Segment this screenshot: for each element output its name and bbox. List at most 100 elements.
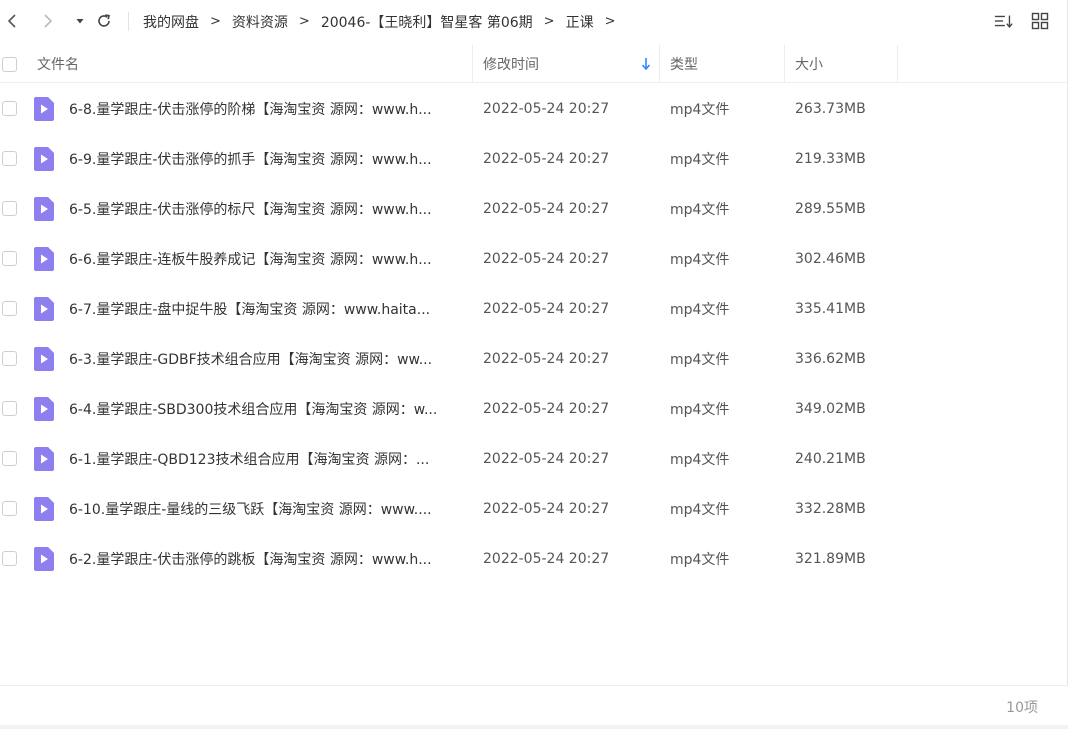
- sort-arrow-down-icon: [641, 58, 651, 71]
- file-list-header: 文件名 修改时间 类型 大小: [0, 45, 1068, 83]
- file-name: 6-8.量学跟庄-伏击涨停的阶梯【海淘宝资 源网：www.h...: [69, 102, 432, 118]
- video-file-icon: [34, 347, 54, 371]
- select-all-checkbox[interactable]: [2, 56, 17, 72]
- column-header-type[interactable]: 类型: [660, 45, 784, 83]
- toolbar-divider: [128, 12, 129, 31]
- file-type: mp4文件: [670, 352, 730, 368]
- file-name: 6-9.量学跟庄-伏击涨停的抓手【海淘宝资 源网：www.h...: [69, 152, 432, 168]
- row-checkbox[interactable]: [2, 351, 17, 366]
- toolbar: 我的网盘 > 资料资源 > 20046-【王晓利】智星客 第06期 > 正课 >: [0, 0, 1068, 43]
- breadcrumb-separator: >: [210, 14, 221, 29]
- file-modified-time: 2022-05-24 20:27: [483, 551, 610, 567]
- file-manager-window: 我的网盘 > 资料资源 > 20046-【王晓利】智星客 第06期 > 正课 >: [0, 0, 1068, 729]
- row-checkbox[interactable]: [2, 101, 17, 116]
- column-divider[interactable]: [897, 45, 898, 83]
- column-header-time[interactable]: 修改时间: [473, 45, 659, 83]
- breadcrumb-separator: >: [298, 14, 310, 29]
- file-modified-time: 2022-05-24 20:27: [483, 201, 610, 217]
- video-file-icon: [34, 547, 54, 571]
- breadcrumb-item[interactable]: 20046-【王晓利】智星客 第06期: [321, 12, 533, 32]
- breadcrumb-separator: >: [604, 14, 616, 29]
- file-size: 240.21MB: [795, 451, 866, 467]
- file-type: mp4文件: [670, 452, 730, 468]
- table-row[interactable]: 6-3.量学跟庄-GDBF技术组合应用【海淘宝资 源网：ww... 2022-0…: [0, 334, 1068, 384]
- table-row[interactable]: 6-9.量学跟庄-伏击涨停的抓手【海淘宝资 源网：www.h... 2022-0…: [0, 134, 1068, 184]
- file-modified-time: 2022-05-24 20:27: [483, 301, 610, 317]
- column-header-type-label: 类型: [670, 57, 698, 73]
- row-checkbox[interactable]: [2, 251, 17, 266]
- breadcrumb-separator: >: [543, 14, 555, 29]
- back-button[interactable]: [2, 11, 22, 31]
- grid-view-button[interactable]: [1030, 11, 1050, 31]
- file-modified-time: 2022-05-24 20:27: [483, 501, 610, 517]
- table-row[interactable]: 6-4.量学跟庄-SBD300技术组合应用【海淘宝资 源网：w... 2022-…: [0, 384, 1068, 434]
- file-name: 6-3.量学跟庄-GDBF技术组合应用【海淘宝资 源网：ww...: [69, 352, 433, 368]
- select-all-cell: [2, 45, 17, 83]
- history-dropdown-button[interactable]: [70, 11, 90, 31]
- video-file-icon: [34, 297, 54, 321]
- status-bar: 10项: [0, 685, 1068, 725]
- breadcrumb-item[interactable]: 我的网盘: [143, 12, 199, 32]
- chevron-left-icon: [7, 14, 16, 28]
- file-size: 336.62MB: [795, 351, 866, 367]
- sort-order-button[interactable]: [994, 11, 1014, 31]
- file-name: 6-2.量学跟庄-伏击涨停的跳板【海淘宝资 源网：www.h...: [69, 552, 432, 568]
- file-size: 335.41MB: [795, 301, 866, 317]
- forward-button[interactable]: [38, 11, 58, 31]
- column-header-size-label: 大小: [795, 57, 823, 73]
- video-file-icon: [34, 147, 54, 171]
- file-size: 332.28MB: [795, 501, 866, 517]
- file-modified-time: 2022-05-24 20:27: [483, 451, 610, 467]
- file-type: mp4文件: [670, 502, 730, 518]
- file-list: 6-8.量学跟庄-伏击涨停的阶梯【海淘宝资 源网：www.h... 2022-0…: [0, 84, 1068, 584]
- file-name: 6-1.量学跟庄-QBD123技术组合应用【海淘宝资 源网：...: [69, 452, 430, 468]
- caret-down-icon: [76, 19, 84, 24]
- file-type: mp4文件: [670, 402, 730, 418]
- file-modified-time: 2022-05-24 20:27: [483, 351, 610, 367]
- item-count: 10项: [1006, 700, 1038, 716]
- bottom-edge: [0, 725, 1068, 729]
- file-modified-time: 2022-05-24 20:27: [483, 151, 610, 167]
- row-checkbox[interactable]: [2, 151, 17, 166]
- table-row[interactable]: 6-2.量学跟庄-伏击涨停的跳板【海淘宝资 源网：www.h... 2022-0…: [0, 534, 1068, 584]
- file-size: 321.89MB: [795, 551, 866, 567]
- row-checkbox[interactable]: [2, 201, 17, 216]
- file-type: mp4文件: [670, 302, 730, 318]
- file-modified-time: 2022-05-24 20:27: [483, 251, 610, 267]
- file-name: 6-4.量学跟庄-SBD300技术组合应用【海淘宝资 源网：w...: [69, 402, 438, 418]
- table-row[interactable]: 6-10.量学跟庄-量线的三级飞跃【海淘宝资 源网：www.... 2022-0…: [0, 484, 1068, 534]
- row-checkbox[interactable]: [2, 551, 17, 566]
- breadcrumb: 我的网盘 > 资料资源 > 20046-【王晓利】智星客 第06期 > 正课 >: [143, 0, 626, 43]
- file-modified-time: 2022-05-24 20:27: [483, 401, 610, 417]
- column-header-time-label: 修改时间: [483, 57, 539, 73]
- sort-list-icon: [994, 15, 1013, 28]
- column-header-name[interactable]: 文件名: [37, 45, 471, 83]
- table-row[interactable]: 6-7.量学跟庄-盘中捉牛股【海淘宝资 源网：www.haita... 2022…: [0, 284, 1068, 334]
- grid-view-icon: [1031, 12, 1049, 30]
- row-checkbox[interactable]: [2, 401, 17, 416]
- refresh-icon: [98, 14, 110, 27]
- file-name: 6-10.量学跟庄-量线的三级飞跃【海淘宝资 源网：www....: [69, 502, 432, 518]
- row-checkbox[interactable]: [2, 301, 17, 316]
- table-row[interactable]: 6-8.量学跟庄-伏击涨停的阶梯【海淘宝资 源网：www.h... 2022-0…: [0, 84, 1068, 134]
- video-file-icon: [34, 197, 54, 221]
- file-type: mp4文件: [670, 152, 730, 168]
- table-row[interactable]: 6-5.量学跟庄-伏击涨停的标尺【海淘宝资 源网：www.h... 2022-0…: [0, 184, 1068, 234]
- file-type: mp4文件: [670, 202, 730, 218]
- file-size: 302.46MB: [795, 251, 866, 267]
- file-size: 349.02MB: [795, 401, 866, 417]
- file-type: mp4文件: [670, 552, 730, 568]
- file-type: mp4文件: [670, 252, 730, 268]
- row-checkbox[interactable]: [2, 451, 17, 466]
- column-header-size[interactable]: 大小: [785, 45, 897, 83]
- file-size: 263.73MB: [795, 101, 866, 117]
- file-type: mp4文件: [670, 102, 730, 118]
- file-name: 6-5.量学跟庄-伏击涨停的标尺【海淘宝资 源网：www.h...: [69, 202, 432, 218]
- refresh-button[interactable]: [94, 11, 114, 31]
- file-size: 219.33MB: [795, 151, 866, 167]
- table-row[interactable]: 6-6.量学跟庄-连板牛股养成记【海淘宝资 源网：www.h... 2022-0…: [0, 234, 1068, 284]
- row-checkbox[interactable]: [2, 501, 17, 516]
- breadcrumb-item[interactable]: 资料资源: [232, 12, 288, 32]
- breadcrumb-item[interactable]: 正课: [566, 12, 594, 32]
- table-row[interactable]: 6-1.量学跟庄-QBD123技术组合应用【海淘宝资 源网：... 2022-0…: [0, 434, 1068, 484]
